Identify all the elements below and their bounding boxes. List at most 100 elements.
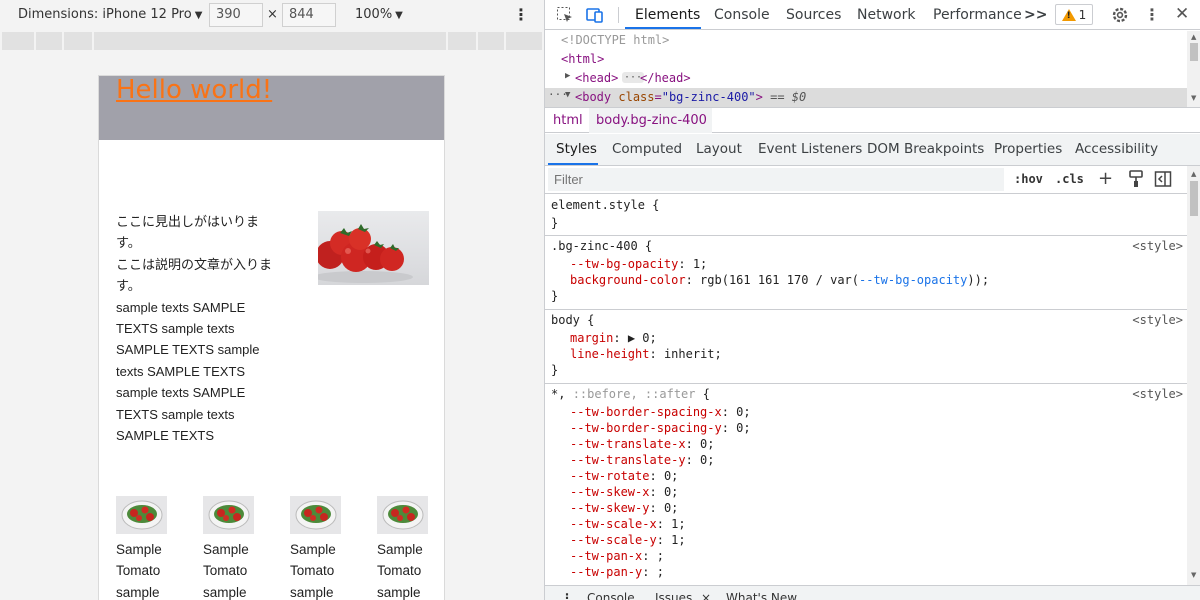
rule-body: body { <style> margin: ▶ 0; line-height:… — [545, 310, 1187, 384]
breakpoint-segment[interactable] — [448, 32, 478, 50]
hover-state-button[interactable]: :hov — [1014, 172, 1043, 186]
dom-scrollbar[interactable]: ▲ ▼ — [1187, 31, 1200, 107]
breadcrumb-html[interactable]: html — [553, 113, 583, 128]
new-style-rule-icon[interactable]: + — [1098, 168, 1113, 189]
tab-network[interactable]: Network — [857, 7, 915, 23]
collapse-triangle-icon[interactable]: ▼ — [565, 90, 570, 100]
styles-scrollbar[interactable]: ▲ ▼ — [1187, 166, 1200, 585]
dom-node-html[interactable]: <html> — [545, 50, 1187, 69]
settings-gear-icon[interactable] — [1111, 6, 1129, 24]
tab-sources[interactable]: Sources — [786, 7, 841, 23]
rule-close-brace: } — [551, 289, 559, 303]
hello-world-link[interactable]: Hello world! — [116, 76, 272, 105]
css-declaration[interactable]: --tw-pan-x: ; — [570, 549, 664, 563]
drawer-tab-issues[interactable]: Issues — [655, 591, 692, 600]
device-toggle-icon[interactable] — [586, 6, 604, 24]
warnings-badge[interactable]: ! 1 — [1055, 4, 1093, 25]
scroll-thumb[interactable] — [1190, 181, 1198, 216]
css-declaration[interactable]: margin: ▶ 0; — [570, 331, 657, 345]
css-declaration[interactable]: --tw-translate-y: 0; — [570, 453, 715, 467]
rule-selector[interactable]: body { — [551, 313, 594, 327]
browser-window: Dimensions: iPhone 12 Pro ▼ 390 × 844 100… — [0, 0, 1200, 600]
property-name: --tw-rotate — [570, 469, 650, 483]
drawer-tab-whats-new[interactable]: What's New — [726, 591, 797, 600]
breakpoint-segment[interactable] — [36, 32, 64, 50]
css-declaration[interactable]: --tw-skew-x: 0; — [570, 485, 678, 499]
css-declaration[interactable]: --tw-bg-opacity: 1; — [570, 257, 707, 271]
tab-properties[interactable]: Properties — [994, 141, 1062, 157]
css-declaration[interactable]: line-height: inherit; — [570, 347, 722, 361]
css-declaration[interactable]: --tw-pan-y: ; — [570, 565, 664, 579]
class-toggle-button[interactable]: .cls — [1055, 172, 1084, 186]
drawer-tab-console[interactable]: Console — [587, 591, 635, 600]
css-declaration[interactable]: --tw-border-spacing-x: 0; — [570, 405, 751, 419]
body-line: sample texts SAMPLE — [116, 299, 246, 315]
css-declaration[interactable]: --tw-scale-x: 1; — [570, 517, 686, 531]
paint-brush-icon[interactable] — [1128, 170, 1144, 192]
rule-selector[interactable]: *, ::before, ::after { — [551, 387, 710, 401]
scroll-up-arrow-icon[interactable]: ▲ — [1191, 170, 1196, 178]
scroll-down-arrow-icon[interactable]: ▼ — [1191, 571, 1196, 579]
tab-styles[interactable]: Styles — [556, 141, 597, 157]
drawer-menu-icon[interactable]: ⋮ — [561, 591, 573, 600]
breakpoint-segment[interactable] — [94, 32, 448, 50]
tab-performance[interactable]: Performance — [933, 7, 1022, 23]
more-tabs-icon[interactable]: >> — [1024, 7, 1047, 23]
breakpoint-segment[interactable] — [478, 32, 506, 50]
css-declaration[interactable]: --tw-scale-y: 1; — [570, 533, 686, 547]
scroll-down-arrow-icon[interactable]: ▼ — [1191, 94, 1196, 102]
device-toolbar: Dimensions: iPhone 12 Pro ▼ 390 × 844 100… — [0, 0, 544, 30]
salad-image — [203, 496, 254, 534]
more-options-icon[interactable]: ⋮ — [513, 5, 529, 24]
scroll-up-arrow-icon[interactable]: ▲ — [1191, 33, 1196, 41]
breakpoint-segment[interactable] — [506, 32, 540, 50]
expand-triangle-icon[interactable]: ▶ — [565, 71, 570, 81]
device-dimensions-dropdown[interactable]: Dimensions: iPhone 12 Pro ▼ — [18, 7, 202, 22]
zoom-dropdown[interactable]: 100% ▼ — [355, 7, 403, 22]
breadcrumb-body[interactable]: body.bg-zinc-400 — [596, 113, 707, 128]
css-declaration[interactable]: --tw-skew-y: 0; — [570, 501, 678, 515]
dom-node-body-selected[interactable]: ··· ▼ <body class="bg-zinc-400"> == $0 — [545, 88, 1187, 107]
property-value: )); — [967, 273, 990, 287]
tab-console[interactable]: Console — [714, 7, 770, 23]
breakpoint-segment[interactable] — [64, 32, 94, 50]
styles-filter-input[interactable] — [548, 168, 1004, 191]
rule-source-link[interactable]: <style> — [1132, 313, 1183, 327]
styles-filter-row: :hov .cls + — [545, 166, 1187, 194]
close-devtools-icon[interactable]: ✕ — [1175, 4, 1193, 24]
tab-accessibility[interactable]: Accessibility — [1075, 141, 1158, 157]
tab-event-listeners[interactable]: Event Listeners — [758, 141, 862, 157]
drawer-close-icon[interactable]: × — [701, 591, 711, 600]
tab-computed[interactable]: Computed — [612, 141, 682, 157]
toggle-sidebar-icon[interactable] — [1154, 170, 1172, 192]
card-line: Sample — [203, 542, 249, 557]
dom-node-doctype[interactable]: <!DOCTYPE html> — [545, 31, 1187, 50]
customize-menu-icon[interactable]: ⋮ — [1144, 5, 1162, 24]
rule-source-link[interactable]: <style> — [1132, 387, 1183, 401]
css-declaration[interactable]: --tw-border-spacing-y: 0; — [570, 421, 751, 435]
device-width-input[interactable]: 390 — [209, 3, 263, 27]
rule-selector[interactable]: element.style { — [551, 198, 659, 212]
body-tag-name: body — [582, 90, 612, 104]
property-value: ▶ 0; — [620, 331, 657, 345]
breakpoint-segment[interactable] — [2, 32, 36, 50]
tab-layout[interactable]: Layout — [696, 141, 742, 157]
css-declaration[interactable]: --tw-translate-x: 0; — [570, 437, 715, 451]
media-query-bar[interactable] — [2, 32, 542, 50]
css-declaration[interactable]: --tw-rotate: 0; — [570, 469, 678, 483]
device-height-input[interactable]: 844 — [282, 3, 336, 27]
rule-close-brace: } — [551, 216, 559, 230]
scroll-thumb[interactable] — [1190, 43, 1198, 61]
tab-dom-breakpoints[interactable]: DOM Breakpoints — [867, 141, 984, 157]
devtools-panel: Elements Console Sources Network Perform… — [544, 0, 1200, 600]
css-variable-link[interactable]: --tw-bg-opacity — [859, 273, 967, 287]
tab-elements[interactable]: Elements — [635, 7, 700, 23]
dom-node-head[interactable]: ▶ <head> ··· </head> — [545, 69, 1187, 88]
page-header: Hello world! — [99, 76, 444, 140]
card-line: sample — [203, 584, 247, 600]
inspect-element-icon[interactable] — [556, 6, 574, 24]
css-declaration[interactable]: background-color: rgb(161 161 170 / var(… — [570, 273, 989, 287]
rule-source-link[interactable]: <style> — [1132, 239, 1183, 253]
property-name: --tw-border-spacing-y — [570, 421, 722, 435]
rule-selector[interactable]: .bg-zinc-400 { — [551, 239, 652, 253]
